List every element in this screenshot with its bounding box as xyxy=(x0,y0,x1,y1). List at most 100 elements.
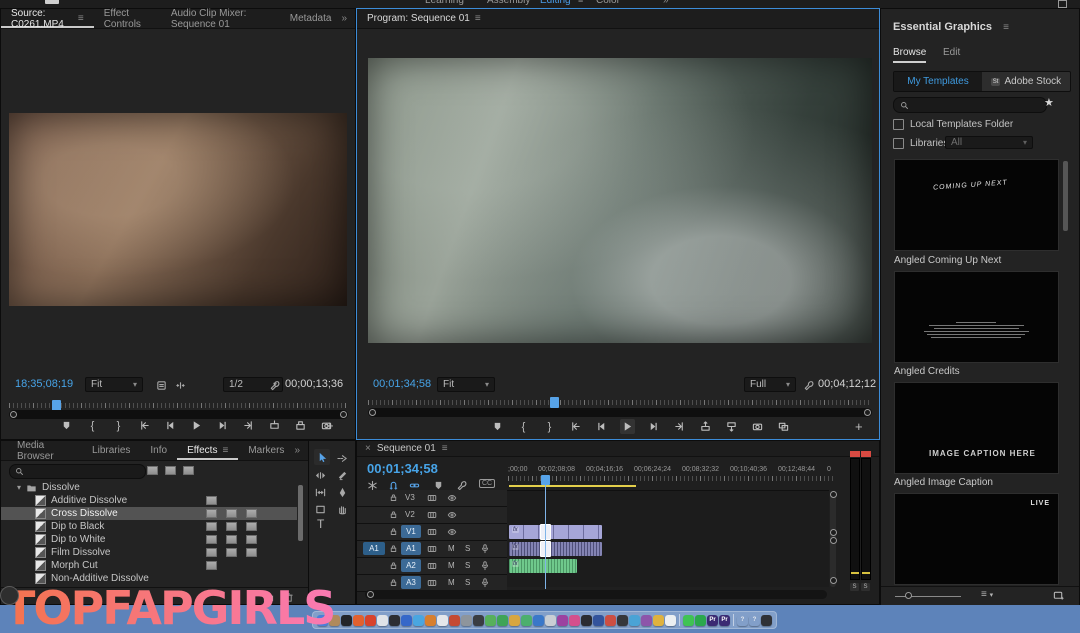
dock-app-icon[interactable] xyxy=(605,615,616,626)
dock-app-icon[interactable] xyxy=(425,615,436,626)
vscroll-handle[interactable] xyxy=(830,529,837,536)
insert-icon[interactable] xyxy=(267,418,282,433)
source-zoom-select[interactable]: Fit▾ xyxy=(85,377,143,392)
tab-effects[interactable]: Effects≡ xyxy=(177,441,238,460)
step-forward-icon[interactable] xyxy=(646,419,661,434)
dock-app-icon[interactable] xyxy=(521,615,532,626)
play-icon[interactable] xyxy=(620,419,635,434)
dock-app-icon[interactable] xyxy=(389,615,400,626)
source-patch-a1[interactable]: A1 xyxy=(363,542,385,555)
sync-lock-icon[interactable] xyxy=(427,527,437,537)
program-scrollbar[interactable] xyxy=(368,408,872,417)
dock-whatsapp-icon[interactable] xyxy=(683,615,694,626)
play-icon[interactable] xyxy=(189,418,204,433)
vscroll-handle[interactable] xyxy=(830,577,837,584)
voiceover-mic-icon[interactable] xyxy=(480,560,490,571)
eye-icon[interactable] xyxy=(447,493,457,503)
workspace-menu-icon[interactable]: ≡ xyxy=(578,0,583,5)
sort-icon[interactable]: ≡ ▾ xyxy=(981,589,993,600)
panel-menu-icon[interactable]: ≡ xyxy=(78,13,84,24)
workspace-tab-editing[interactable]: Editing xyxy=(540,0,571,6)
new-item-icon[interactable] xyxy=(1053,590,1064,601)
tab-media-browser[interactable]: Media Browser xyxy=(7,441,82,460)
audio-clip-a1[interactable]: fx xyxy=(509,542,602,556)
overwrite-icon[interactable] xyxy=(293,418,308,433)
effect-item[interactable]: Film Dissolve xyxy=(1,546,297,559)
maximize-icon[interactable] xyxy=(1058,0,1067,8)
effect-item[interactable]: Morph Cut xyxy=(1,559,297,572)
adobe-stock-button[interactable]: St Adobe Stock xyxy=(982,72,1070,91)
effect-item-selected[interactable]: Cross Dissolve xyxy=(1,507,297,520)
dock-app-icon[interactable] xyxy=(557,615,568,626)
dock-app-icon[interactable] xyxy=(653,615,664,626)
tab-overflow-icon[interactable]: » xyxy=(341,13,355,24)
tab-libraries[interactable]: Libraries xyxy=(82,441,140,460)
scroll-handle-left[interactable] xyxy=(367,591,374,598)
go-to-in-icon[interactable] xyxy=(137,418,152,433)
dock-app-icon[interactable] xyxy=(377,615,388,626)
hand-tool[interactable] xyxy=(337,502,348,520)
wrench-icon[interactable] xyxy=(269,378,280,396)
dock-app-icon[interactable] xyxy=(461,615,472,626)
tab-effect-controls[interactable]: Effect Controls xyxy=(94,9,161,28)
dock-premiere-icon[interactable]: Pr xyxy=(707,615,718,626)
tab-info[interactable]: Info xyxy=(140,441,177,460)
step-back-icon[interactable] xyxy=(163,418,178,433)
lock-icon[interactable] xyxy=(389,527,398,536)
mute-button[interactable]: M xyxy=(448,544,455,553)
mark-out-icon[interactable]: } xyxy=(111,418,126,433)
mark-in-icon[interactable]: { xyxy=(516,419,531,434)
tab-overflow-icon[interactable]: » xyxy=(294,445,308,456)
timeline-tab-label[interactable]: Sequence 01 xyxy=(377,443,436,454)
libraries-filter-select[interactable]: All ▾ xyxy=(945,136,1033,149)
local-templates-checkbox[interactable]: Local Templates Folder xyxy=(893,119,1013,130)
dock-app-icon[interactable] xyxy=(641,615,652,626)
dock-app-icon[interactable] xyxy=(533,615,544,626)
go-to-out-icon[interactable] xyxy=(672,419,687,434)
dock-app-icon[interactable] xyxy=(581,615,592,626)
panel-menu-icon[interactable]: ≡ xyxy=(442,443,448,454)
solo-button[interactable]: S xyxy=(465,561,470,570)
scroll-handle-left[interactable] xyxy=(10,411,17,418)
audio-clip-a2[interactable]: fx xyxy=(509,559,577,573)
track-select-forward-tool[interactable] xyxy=(337,451,348,469)
dock-help-icon[interactable]: ? xyxy=(749,615,760,626)
dock-app-icon[interactable] xyxy=(401,615,412,626)
timeline-hscrollbar[interactable] xyxy=(365,590,827,599)
program-playhead[interactable] xyxy=(550,397,559,408)
vscroll-handle[interactable] xyxy=(830,537,837,544)
my-templates-button[interactable]: My Templates xyxy=(894,72,982,91)
sync-lock-icon[interactable] xyxy=(427,561,437,571)
template-thumb-coming-up-next[interactable]: COMING UP NEXT xyxy=(894,159,1059,251)
meter-clip-indicator[interactable] xyxy=(850,451,860,457)
add-marker-icon[interactable] xyxy=(59,418,74,433)
dock-app-icon[interactable] xyxy=(629,615,640,626)
lock-icon[interactable] xyxy=(389,493,398,502)
dock-app-icon[interactable] xyxy=(473,615,484,626)
dock-app-icon[interactable] xyxy=(485,615,496,626)
slider-knob[interactable] xyxy=(905,592,912,599)
meter-solo-button[interactable]: S xyxy=(861,583,870,591)
eye-icon[interactable] xyxy=(447,527,457,537)
work-area-bar[interactable] xyxy=(509,485,636,487)
tab-browse[interactable]: Browse xyxy=(893,47,926,63)
go-to-in-icon[interactable] xyxy=(568,419,583,434)
track-target-a3[interactable]: A3 xyxy=(401,576,421,589)
program-ruler[interactable] xyxy=(368,400,872,405)
voiceover-mic-icon[interactable] xyxy=(480,577,490,588)
selection-tool[interactable] xyxy=(314,449,330,465)
effect-item[interactable]: Dip to Black xyxy=(1,520,297,533)
dock-app-icon[interactable] xyxy=(365,615,376,626)
accelerated-effects-filter-icon[interactable] xyxy=(147,466,158,475)
dock-app-icon[interactable] xyxy=(695,615,706,626)
add-marker-icon[interactable] xyxy=(490,419,505,434)
dock-app-icon[interactable] xyxy=(449,615,460,626)
meter-solo-button[interactable]: S xyxy=(850,583,859,591)
workspace-overflow-icon[interactable]: » xyxy=(663,0,669,6)
lock-icon[interactable] xyxy=(389,544,398,553)
lock-icon[interactable] xyxy=(389,561,398,570)
dock-app-icon[interactable] xyxy=(617,615,628,626)
sync-lock-icon[interactable] xyxy=(427,578,437,588)
eg-search-input[interactable] xyxy=(893,97,1047,113)
close-icon[interactable]: × xyxy=(365,443,371,454)
